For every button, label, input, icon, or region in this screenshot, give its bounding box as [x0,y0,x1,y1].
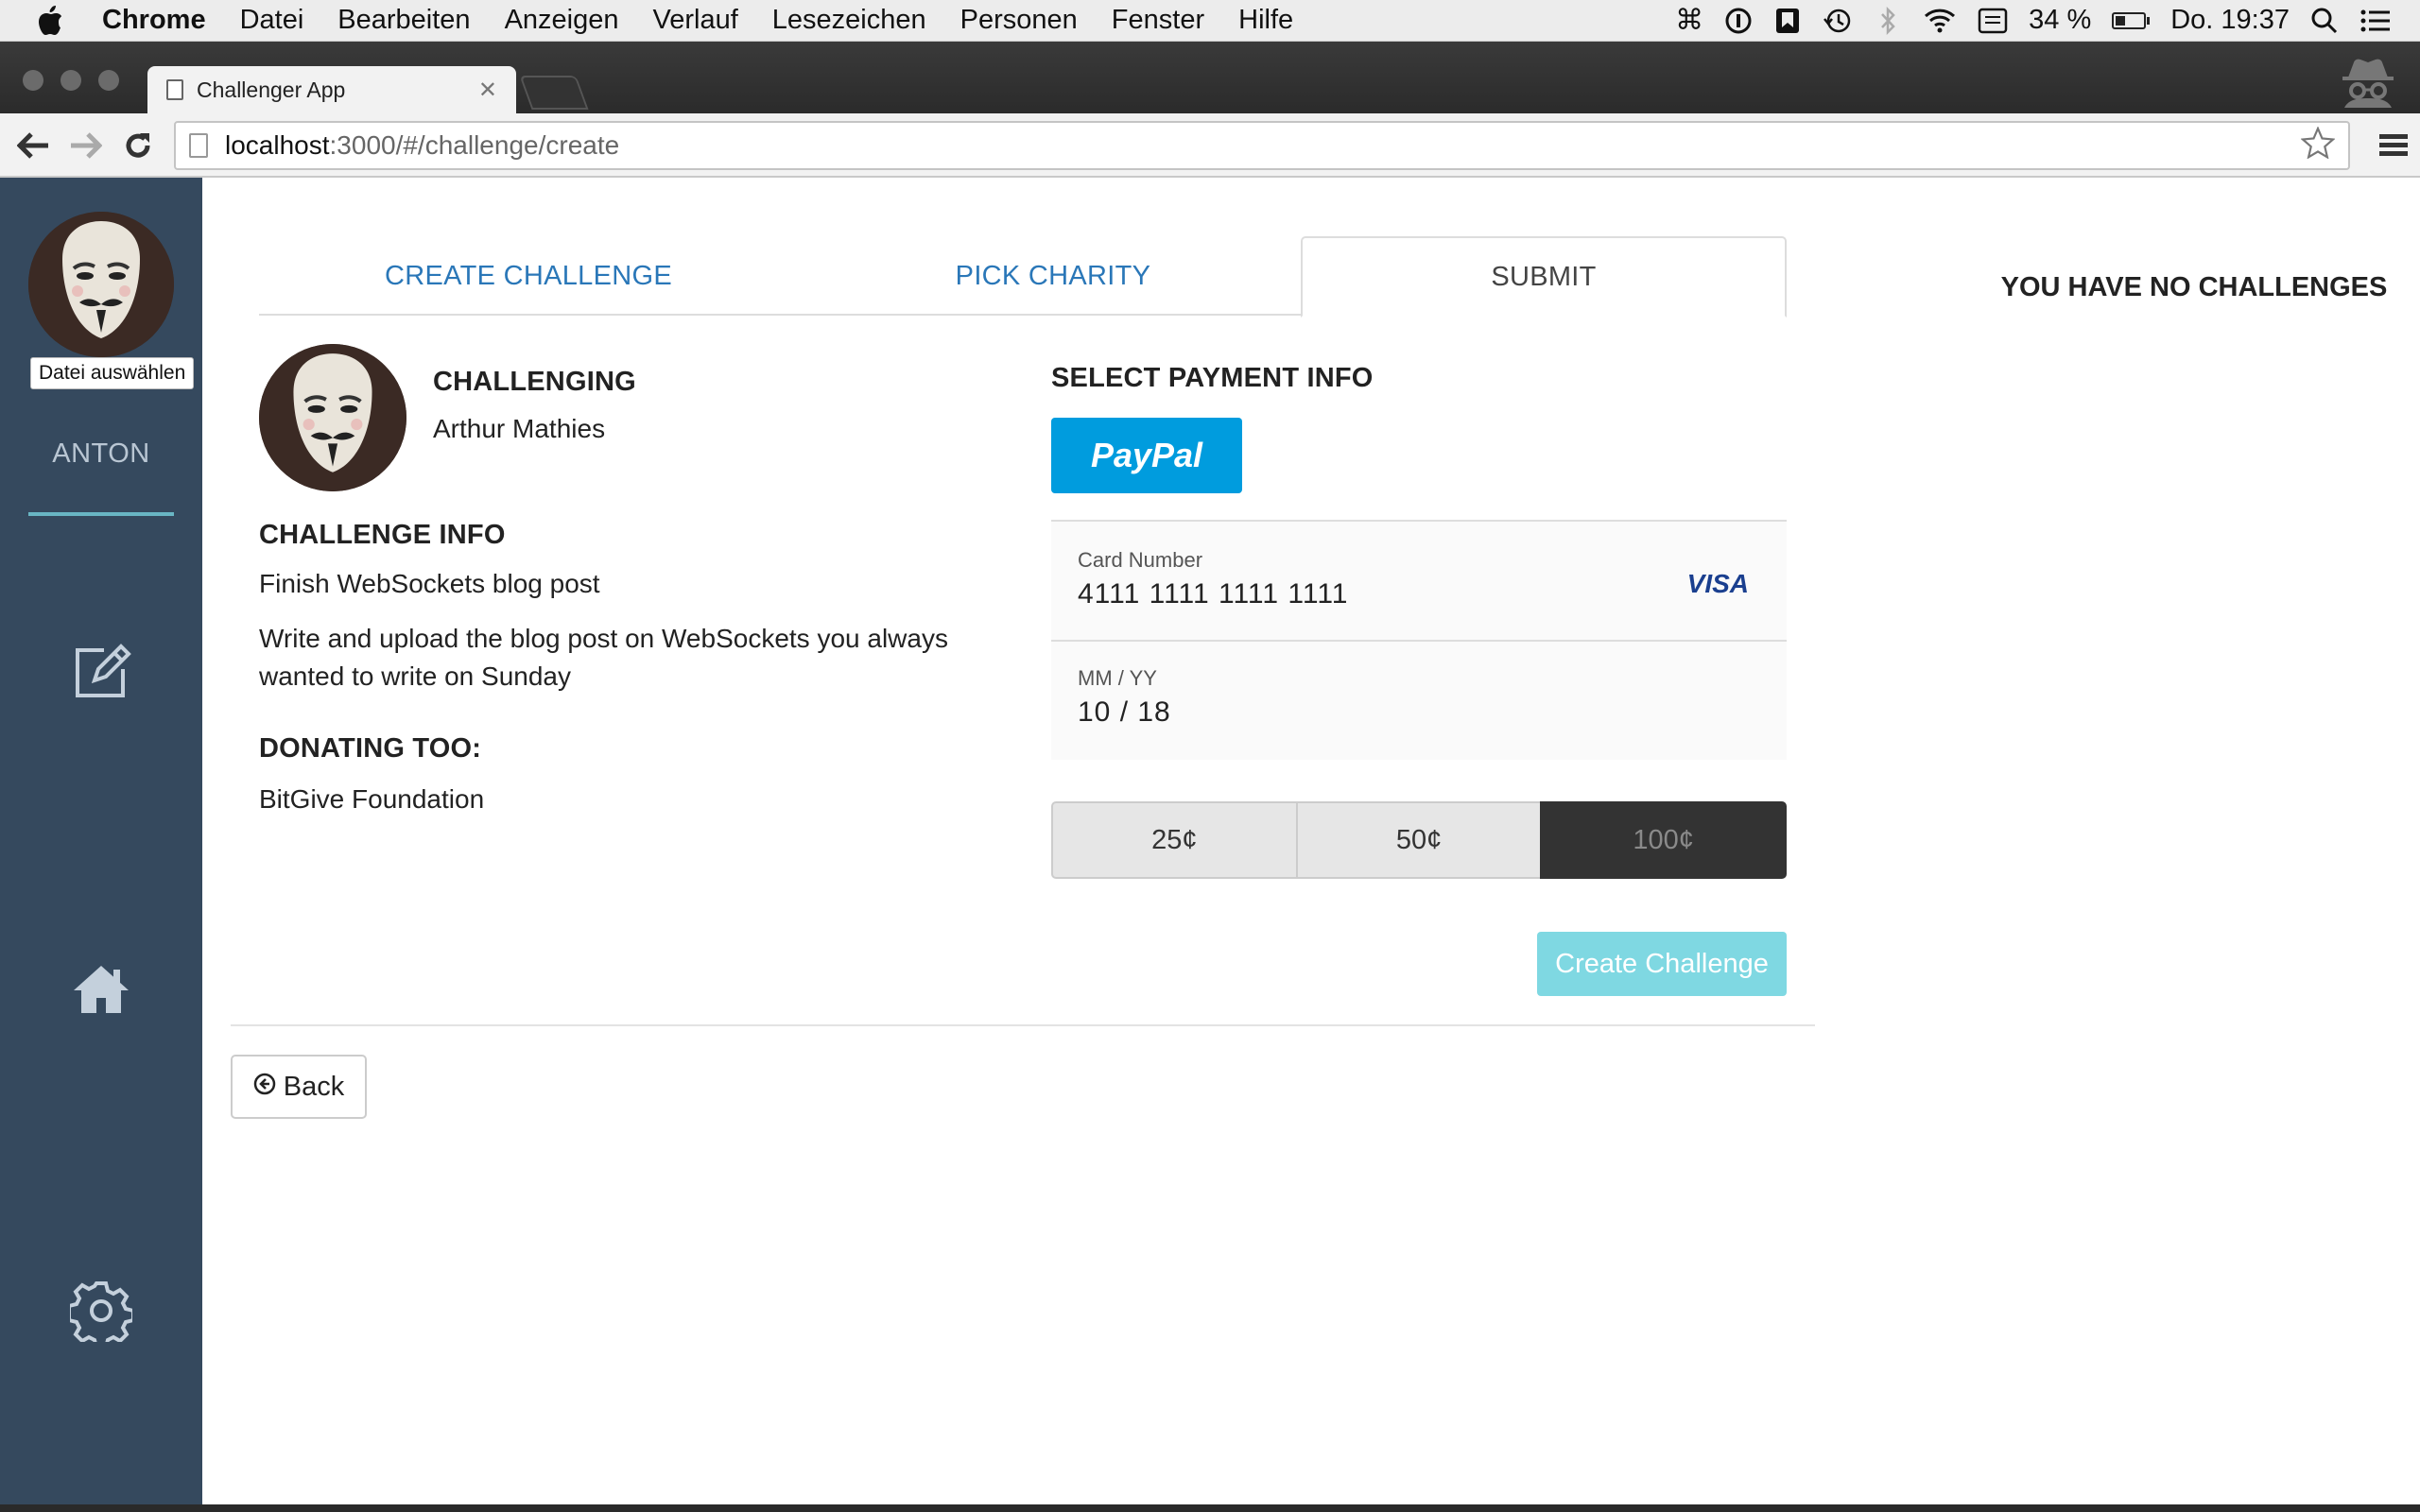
window-minimize-button[interactable] [60,70,81,91]
home-icon[interactable] [70,958,132,1021]
status-area: ⌘ 34 % Do. 19:37 [1675,4,2420,37]
main-content: CREATE CHALLENGE PICK CHARITY SUBMIT YOU… [202,178,2420,1504]
url-path: :3000/#/challenge/create [329,130,620,160]
tab-create-challenge[interactable]: CREATE CHALLENGE [259,236,798,316]
tab-submit[interactable]: SUBMIT [1301,236,1787,318]
page-viewport: Datei auswählen ANTON CREATE CHALLENGE P… [0,178,2420,1504]
browser-toolbar: localhost:3000/#/challenge/create [0,113,2420,178]
notification-center-icon[interactable] [2360,8,2392,34]
expiry-label: MM / YY [1078,666,1157,690]
page-info-icon[interactable] [189,133,208,158]
window-close-button[interactable] [23,70,43,91]
edit-icon[interactable] [70,641,132,703]
donating-label: DONATING TOO: [259,733,482,764]
expiry-input[interactable]: 10 / 18 [1078,696,1171,729]
macos-menubar: Chrome Datei Bearbeiten Anzeigen Verlauf… [0,0,2420,42]
back-arrow-icon[interactable] [13,125,55,166]
no-challenges-message: YOU HAVE NO CHALLENGES [2000,272,2388,302]
create-challenge-button[interactable]: Create Challenge [1537,932,1787,996]
challenging-label: CHALLENGING [433,367,636,397]
browser-tabstrip: Challenger App ✕ [0,42,2420,113]
amount-selector: 25¢ 50¢ 100¢ [1051,801,1788,879]
user-avatar[interactable] [28,212,174,357]
challenged-user-avatar [259,344,406,491]
chrome-menu-icon[interactable] [2377,129,2411,163]
clock[interactable]: Do. 19:37 [2170,5,2290,36]
tab-pick-charity[interactable]: PICK CHARITY [798,236,1308,316]
amount-25-button[interactable]: 25¢ [1051,801,1298,879]
menu-hilfe[interactable]: Hilfe [1238,5,1293,36]
bookmark-star-icon[interactable] [2300,125,2336,165]
reload-icon[interactable] [117,125,159,166]
bluetooth-icon[interactable] [1874,6,1902,35]
password-manager-icon[interactable] [1724,7,1753,35]
username-underline [28,512,174,516]
challenge-description: Write and upload the blog post on WebSoc… [259,624,948,691]
desktop-edge [0,1504,2420,1512]
page-favicon-icon [166,79,183,100]
new-tab-button[interactable] [519,76,589,110]
sidebar: Datei auswählen ANTON [0,178,202,1504]
sidebar-username: ANTON [52,438,150,469]
menu-datei[interactable]: Datei [240,5,304,36]
menu-lesezeichen[interactable]: Lesezeichen [772,5,926,36]
app-menu-chrome[interactable]: Chrome [102,5,206,36]
tab-title: Challenger App [197,77,346,102]
challenged-name: Arthur Mathies [433,414,606,443]
bookmark-app-icon[interactable] [1773,7,1802,35]
input-menu-icon[interactable] [1978,8,2008,34]
back-button[interactable]: Back [231,1055,367,1119]
time-machine-icon[interactable] [1823,7,1853,35]
choose-file-button[interactable]: Datei auswählen [30,357,195,389]
command-icon[interactable]: ⌘ [1675,4,1703,37]
challenge-info-label: CHALLENGE INFO [259,520,506,550]
menu-fenster[interactable]: Fenster [1112,5,1204,36]
battery-icon[interactable] [2112,11,2151,29]
window-zoom-button[interactable] [98,70,119,91]
menu-bearbeiten[interactable]: Bearbeiten [337,5,470,36]
wifi-icon[interactable] [1923,8,1957,34]
menu-personen[interactable]: Personen [960,5,1078,36]
forward-arrow-icon[interactable] [64,125,106,166]
tab-close-icon[interactable]: ✕ [478,77,497,104]
amount-50-button[interactable]: 50¢ [1295,801,1543,879]
payment-heading: SELECT PAYMENT INFO [1051,363,1374,393]
spotlight-search-icon[interactable] [2310,7,2339,35]
browser-tab-challenger-app[interactable]: Challenger App ✕ [147,66,516,113]
card-number-input[interactable]: 4111 1111 1111 1111 [1078,578,1348,610]
card-number-row[interactable]: Card Number 4111 1111 1111 1111 VISA [1051,522,1787,640]
address-bar[interactable]: localhost:3000/#/challenge/create [174,121,2350,170]
amount-100-button[interactable]: 100¢ [1540,801,1788,879]
incognito-icon [2335,55,2401,108]
apple-menu-icon[interactable] [36,5,72,37]
paypal-button[interactable]: PayPal [1051,418,1242,493]
card-form: Card Number 4111 1111 1111 1111 VISA MM … [1051,520,1787,760]
wizard-steps: CREATE CHALLENGE PICK CHARITY SUBMIT [259,236,1787,318]
section-divider [231,1024,1815,1026]
charity-name: BitGive Foundation [259,784,485,814]
battery-level-fill [2116,15,2126,26]
back-label: Back [283,1071,345,1102]
menu-verlauf[interactable]: Verlauf [653,5,738,36]
back-circle-icon [253,1072,276,1103]
url-host: localhost [225,130,330,160]
settings-gear-icon[interactable] [67,1280,135,1349]
expiry-row[interactable]: MM / YY 10 / 18 [1051,642,1787,760]
challenge-title: Finish WebSockets blog post [259,569,600,598]
visa-logo-icon: VISA [1686,569,1749,598]
menu-anzeigen[interactable]: Anzeigen [505,5,619,36]
card-number-label: Card Number [1078,548,1203,572]
battery-percent[interactable]: 34 % [2029,5,2091,36]
